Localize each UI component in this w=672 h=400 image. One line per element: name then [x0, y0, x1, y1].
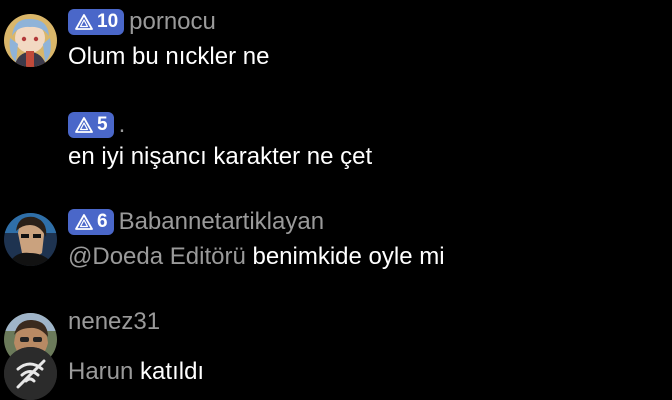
username[interactable]: pornocu	[129, 9, 216, 35]
mention[interactable]: @Doeda Editörü	[68, 243, 246, 270]
message-text: @Doeda Editörü benimkide oyle mi	[68, 242, 445, 272]
message-body: benimkide oyle mi	[252, 243, 445, 270]
triangle-rank-icon	[75, 117, 93, 133]
badge-count: 10	[97, 11, 119, 32]
level-badge[interactable]: 5	[68, 112, 114, 138]
message-header: 6 Babannetartiklayan	[68, 209, 324, 235]
level-badge[interactable]: 6	[68, 209, 114, 235]
join-event-text: katıldı	[140, 358, 205, 385]
triangle-rank-icon	[75, 214, 93, 230]
joined-user-name[interactable]: Harun	[68, 358, 133, 385]
chat-message: 6 Babannetartiklayan @Doeda Editörü beni…	[0, 205, 672, 275]
message-header: nenez31	[68, 309, 160, 335]
message-text: Olum bu nıckler ne	[68, 43, 270, 70]
avatar[interactable]	[4, 347, 57, 400]
chat-message: 5 . en iyi nişancı karakter ne çet	[0, 108, 672, 178]
join-text: Harun katıldı	[68, 357, 204, 387]
badge-count: 5	[97, 114, 108, 135]
username[interactable]: nenez31	[68, 309, 160, 335]
level-badge[interactable]: 10	[68, 9, 125, 35]
chat-message: 10 pornocu Olum bu nıckler ne	[0, 0, 672, 70]
message-text: en iyi nişancı karakter ne çet	[68, 143, 373, 170]
message-header: 5 .	[68, 112, 125, 138]
badge-count: 6	[97, 211, 108, 232]
avatar[interactable]	[4, 213, 57, 266]
message-header: 10 pornocu	[68, 9, 216, 35]
triangle-rank-icon	[75, 14, 93, 30]
username[interactable]: .	[119, 112, 126, 138]
join-event: Harun katıldı	[0, 345, 672, 400]
avatar[interactable]	[4, 14, 57, 67]
username[interactable]: Babannetartiklayan	[119, 209, 324, 235]
